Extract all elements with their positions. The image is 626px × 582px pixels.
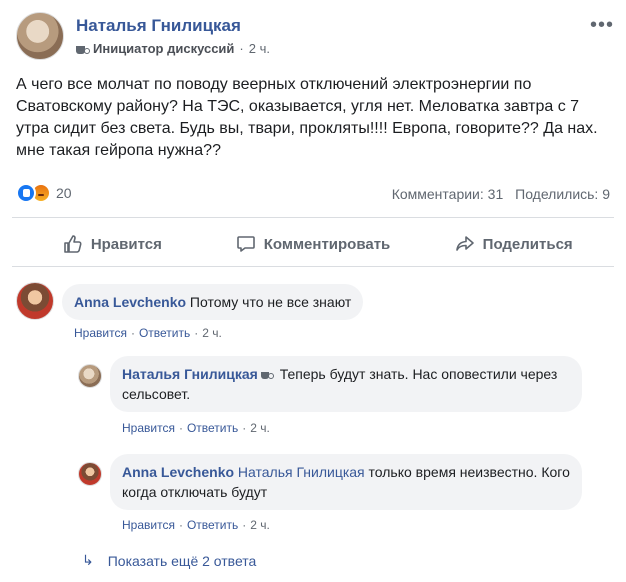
- reply-avatar[interactable]: [78, 462, 102, 486]
- thumbs-up-icon: [64, 235, 82, 253]
- share-button[interactable]: Поделиться: [413, 222, 614, 266]
- post-stats: Комментарии: 31 Поделились: 9: [384, 186, 610, 202]
- comment-text: Потому что не все знают: [189, 294, 352, 310]
- meta-separator: ·: [239, 41, 244, 56]
- share-button-label: Поделиться: [482, 235, 573, 253]
- post-meta: Инициатор дискуссий · 2 ч.: [76, 41, 270, 56]
- comment-reply-link[interactable]: Ответить: [139, 326, 190, 340]
- reaction-summary[interactable]: 20: [16, 183, 72, 203]
- author-avatar[interactable]: [16, 12, 64, 60]
- discussion-starter-badge[interactable]: Инициатор дискуссий: [93, 41, 234, 56]
- divider: [12, 217, 614, 218]
- like-reaction-icon: [16, 183, 36, 203]
- comment-time[interactable]: 2 ч.: [202, 326, 222, 340]
- post-time[interactable]: 2 ч.: [249, 41, 270, 56]
- reaction-count: 20: [56, 185, 72, 201]
- reply-bubble: Anna Levchenko Наталья Гнилицкая только …: [110, 454, 582, 510]
- show-more-replies-label: Показать ещё 2 ответа: [107, 552, 257, 569]
- comment-icon: [236, 236, 255, 252]
- post-text: А чего все молчат по поводу веерных откл…: [16, 76, 598, 159]
- show-more-replies-link[interactable]: ↳ Показать ещё 2 ответа: [82, 552, 256, 569]
- reply-reply-link[interactable]: Ответить: [187, 421, 238, 435]
- like-button-label: Нравится: [90, 235, 162, 253]
- comment-button[interactable]: Комментировать: [213, 222, 414, 266]
- comments-count-link[interactable]: Комментарии: 31: [392, 186, 504, 202]
- action-bar: Нравится Комментировать Поделиться: [12, 222, 614, 266]
- shares-count-link[interactable]: Поделились: 9: [515, 186, 610, 202]
- comment-author[interactable]: Anna Levchenko: [74, 294, 186, 310]
- comment-bubble: Anna Levchenko Потому что не все знают: [62, 284, 364, 320]
- reply-mention[interactable]: Наталья Гнилицкая: [238, 464, 365, 480]
- more-icon[interactable]: •••: [590, 14, 614, 37]
- reply-author[interactable]: Anna Levchenko: [122, 464, 234, 480]
- reply-actions: Нравится · Ответить · 2 ч.: [122, 518, 270, 532]
- reply-like-link[interactable]: Нравится: [122, 421, 175, 435]
- reply-actions: Нравится · Ответить · 2 ч.: [122, 421, 270, 435]
- reply-avatar[interactable]: [78, 364, 102, 388]
- reply-reply-link[interactable]: Ответить: [187, 518, 238, 532]
- reply-time[interactable]: 2 ч.: [250, 421, 270, 435]
- reply-time[interactable]: 2 ч.: [250, 518, 270, 532]
- divider: [12, 266, 614, 267]
- coffee-cup-icon: [76, 43, 90, 55]
- commenter-avatar[interactable]: [16, 282, 54, 320]
- share-arrow-icon: [455, 236, 474, 251]
- post-author-name[interactable]: Наталья Гнилицкая: [76, 16, 241, 36]
- comment-like-link[interactable]: Нравится: [74, 326, 127, 340]
- comment-button-label: Комментировать: [263, 235, 391, 253]
- reply-bubble: Наталья Гнилицкая Теперь будут знать. На…: [110, 356, 582, 412]
- comment-actions: Нравится · Ответить · 2 ч.: [74, 326, 222, 340]
- reply-like-link[interactable]: Нравится: [122, 518, 175, 532]
- reply-author[interactable]: Наталья Гнилицкая: [122, 366, 258, 382]
- reply-arrow-icon: ↳: [82, 552, 94, 568]
- like-button[interactable]: Нравится: [12, 222, 213, 266]
- coffee-cup-icon: [260, 369, 274, 380]
- post-card: Наталья Гнилицкая Инициатор дискуссий · …: [0, 0, 626, 582]
